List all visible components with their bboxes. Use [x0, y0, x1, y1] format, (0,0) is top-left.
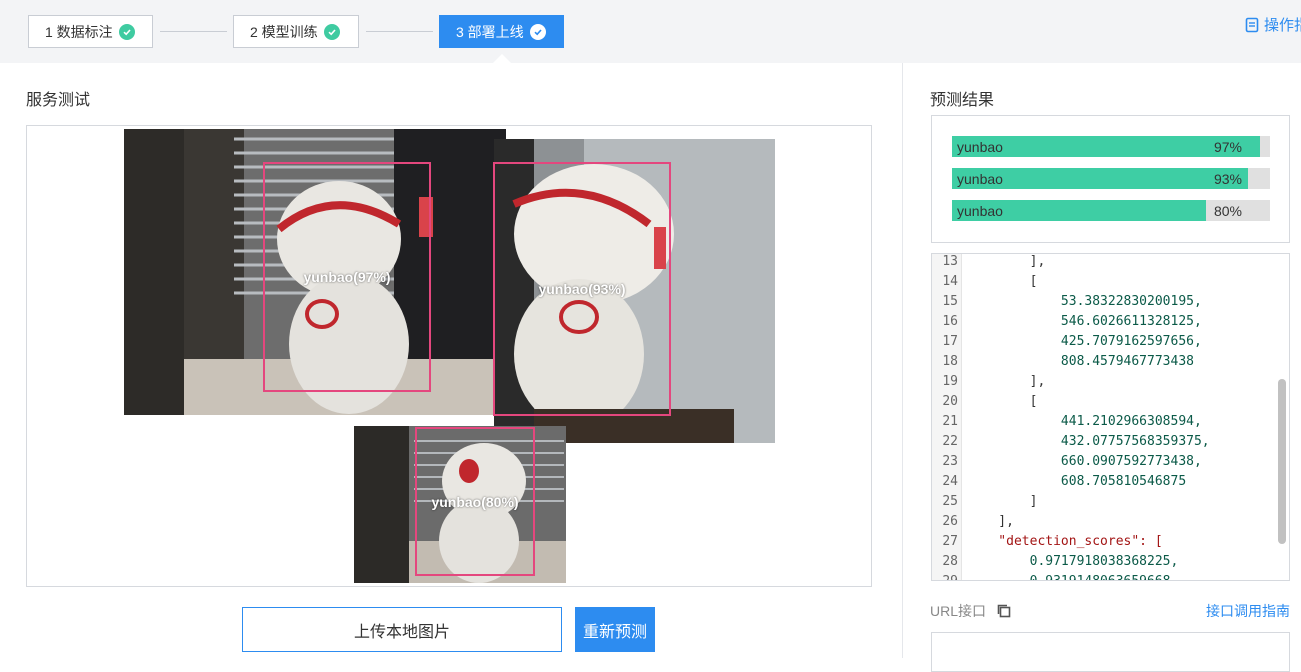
api-guide-link[interactable]: 接口调用指南: [1206, 601, 1290, 621]
url-label-text: URL接口: [930, 603, 987, 619]
url-interface-label: URL接口: [930, 601, 1012, 621]
step-model-training[interactable]: 2 模型训练: [233, 15, 359, 48]
code-line: 25 ]: [932, 492, 1037, 512]
result-label: yunbao: [957, 139, 1003, 155]
code-line: 29 0.9319148063659668,: [932, 572, 1178, 580]
code-text: "detection_scores": [: [967, 534, 1163, 549]
result-label: yunbao: [957, 171, 1003, 187]
step-pointer: [493, 54, 511, 63]
code-line: 26 ],: [932, 512, 1014, 532]
line-number: 16: [942, 314, 958, 329]
code-line: 22 432.07757568359375,: [932, 432, 1209, 452]
steps-bar: 1 数据标注 2 模型训练 3 部署上线 操作指南: [0, 0, 1301, 63]
result-label: yunbao: [957, 203, 1003, 219]
repredict-button[interactable]: 重新预测: [575, 607, 655, 652]
result-bar: yunbao 80%: [952, 200, 1270, 221]
prediction-image-canvas: yunbao(97%) yunbao(93%) yunbao(80%): [26, 125, 872, 587]
result-percent: 97%: [1213, 139, 1242, 155]
result-bar: yunbao 97%: [952, 136, 1270, 157]
line-number: 15: [942, 294, 958, 309]
line-number: 27: [942, 534, 958, 549]
url-field[interactable]: [931, 632, 1290, 672]
operation-guide-label: 操作指南: [1264, 17, 1301, 34]
detection-label: yunbao(80%): [431, 493, 519, 510]
code-text: 425.7079162597656,: [967, 334, 1202, 349]
check-circle-icon: [118, 23, 135, 40]
service-test-title: 服务测试: [26, 92, 91, 109]
copy-icon[interactable]: [996, 603, 1012, 619]
code-line: 19 ],: [932, 372, 1045, 392]
code-text: [: [967, 274, 1038, 289]
detection-box: yunbao(93%): [493, 162, 671, 416]
step-connector: [160, 31, 227, 32]
line-number: 29: [932, 572, 958, 580]
result-percent: 80%: [1213, 203, 1242, 219]
result-percent: 93%: [1213, 171, 1242, 187]
line-number: 22: [942, 434, 958, 449]
scrollbar[interactable]: [1278, 379, 1286, 544]
code-text: ],: [967, 374, 1046, 389]
step-label: 3 部署上线: [456, 23, 524, 40]
line-number: 20: [942, 394, 958, 409]
panel-divider: [902, 63, 903, 658]
detection-label: yunbao(93%): [538, 281, 626, 297]
code-text: ],: [967, 254, 1046, 269]
code-text: ],: [967, 514, 1014, 529]
code-line: 23 660.0907592773438,: [932, 452, 1201, 472]
line-number: 14: [942, 274, 958, 289]
line-number: 21: [942, 414, 958, 429]
step-data-annotation[interactable]: 1 数据标注: [28, 15, 153, 48]
code-text: 660.0907592773438,: [967, 454, 1202, 469]
detection-box: yunbao(80%): [415, 427, 535, 576]
prediction-result-title: 预测结果: [930, 92, 995, 109]
code-line: 28 0.9717918038368225,: [932, 552, 1178, 572]
line-number: 24: [942, 474, 958, 489]
code-text: ]: [967, 494, 1038, 509]
step-label: 1 数据标注: [45, 23, 113, 40]
detection-label: yunbao(97%): [303, 269, 391, 285]
line-number: 28: [942, 554, 958, 569]
code-text: 608.705810546875: [967, 474, 1187, 489]
operation-guide-link[interactable]: 操作指南: [1245, 14, 1301, 35]
line-number: 17: [942, 334, 958, 349]
result-bar: yunbao 93%: [952, 168, 1270, 189]
document-icon: [1245, 17, 1259, 32]
code-line: 14 [: [932, 272, 1037, 292]
line-number: 26: [942, 514, 958, 529]
code-line: 17 425.7079162597656,: [932, 332, 1201, 352]
code-text: 0.9717918038368225,: [967, 554, 1179, 569]
code-text: 441.2102966308594,: [967, 414, 1202, 429]
code-line: 20 [: [932, 392, 1037, 412]
code-line: 13 ],: [932, 254, 1045, 272]
code-text: 53.38322830200195,: [967, 294, 1202, 309]
code-text: 0.9319148063659668,: [967, 572, 1179, 580]
code-text: [: [967, 394, 1038, 409]
code-line: 16 546.6026611328125,: [932, 312, 1201, 332]
code-line: 15 53.38322830200195,: [932, 292, 1201, 312]
code-line: 24 608.705810546875: [932, 472, 1186, 492]
line-number: 18: [942, 354, 958, 369]
code-text: 432.07757568359375,: [967, 434, 1210, 449]
code-line: 21 441.2102966308594,: [932, 412, 1201, 432]
step-label: 2 模型训练: [250, 23, 318, 40]
code-text: 546.6026611328125,: [967, 314, 1202, 329]
detection-box: yunbao(97%): [263, 162, 431, 392]
json-result-viewer[interactable]: 13 ], 14 [15 53.38322830200195, 16 546.602…: [931, 253, 1290, 581]
prediction-result-bars: yunbao 97% yunbao 93% yunbao 80%: [931, 115, 1290, 243]
line-number: 13: [942, 254, 958, 269]
step-connector: [366, 31, 433, 32]
upload-local-image-button[interactable]: 上传本地图片: [242, 607, 562, 652]
code-text: 808.4579467773438: [967, 354, 1194, 369]
check-circle-icon: [323, 23, 340, 40]
step-deploy[interactable]: 3 部署上线: [439, 15, 564, 48]
line-number: 25: [942, 494, 958, 509]
code-line: 27 "detection_scores": [: [932, 532, 1162, 552]
check-circle-icon: [529, 23, 546, 40]
code-line: 18 808.4579467773438: [932, 352, 1194, 372]
line-number: 23: [942, 454, 958, 469]
line-number: 19: [942, 374, 958, 389]
